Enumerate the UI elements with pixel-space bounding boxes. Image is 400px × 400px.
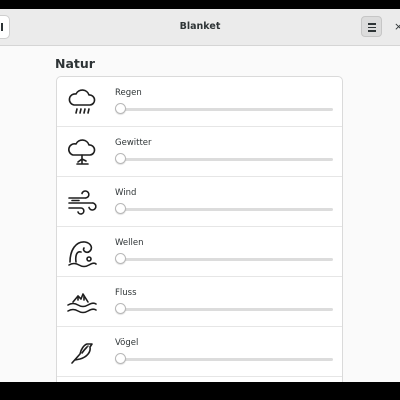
volume-slider-wellen[interactable] [115,253,333,267]
list-item-wind: Wind [57,177,342,227]
waves-icon [68,241,97,268]
headerbar: Blanket × [0,9,400,46]
volume-slider-regen[interactable] [115,103,333,117]
list-item-fluss: Fluss [57,277,342,327]
sound-label: Vögel [115,338,139,348]
window-title: Blanket [179,21,221,32]
slider-knob[interactable] [115,153,126,164]
sound-label: Gewitter [115,138,152,148]
sound-list: Regen Gewitter Wind Wellen Fluss Vögel [56,76,343,382]
main-menu-button[interactable] [361,16,382,37]
birds-icon [71,343,93,364]
storm-icon [68,139,96,165]
sound-label: Fluss [115,288,137,298]
section-title: Natur [55,56,95,71]
close-button[interactable]: × [394,18,400,36]
list-item-gewitter: Gewitter [57,127,342,177]
slider-knob[interactable] [115,303,126,314]
slider-knob[interactable] [115,103,126,114]
app-window: Blanket × Natur Regen Gewitter Wind Well… [0,9,400,382]
slider-knob[interactable] [115,353,126,364]
wind-icon [68,190,97,215]
slider-track [115,308,333,311]
slider-track [115,208,333,211]
sound-label: Wellen [115,238,144,248]
slider-track [115,258,333,261]
slider-track [115,358,333,361]
slider-knob[interactable] [115,253,126,264]
volume-slider-gewitter[interactable] [115,153,333,167]
list-item-regen: Regen [57,77,342,127]
volume-slider-voegel[interactable] [115,353,333,367]
sound-label: Regen [115,88,142,98]
slider-track [115,108,333,111]
volume-slider-wind[interactable] [115,203,333,217]
sound-label: Wind [115,188,137,198]
list-item-wellen: Wellen [57,227,342,277]
list-item-voegel: Vögel [57,327,342,377]
slider-track [115,158,333,161]
slider-knob[interactable] [115,203,126,214]
rain-icon [68,89,96,114]
stream-icon [67,293,97,314]
volume-slider-fluss[interactable] [115,303,333,317]
